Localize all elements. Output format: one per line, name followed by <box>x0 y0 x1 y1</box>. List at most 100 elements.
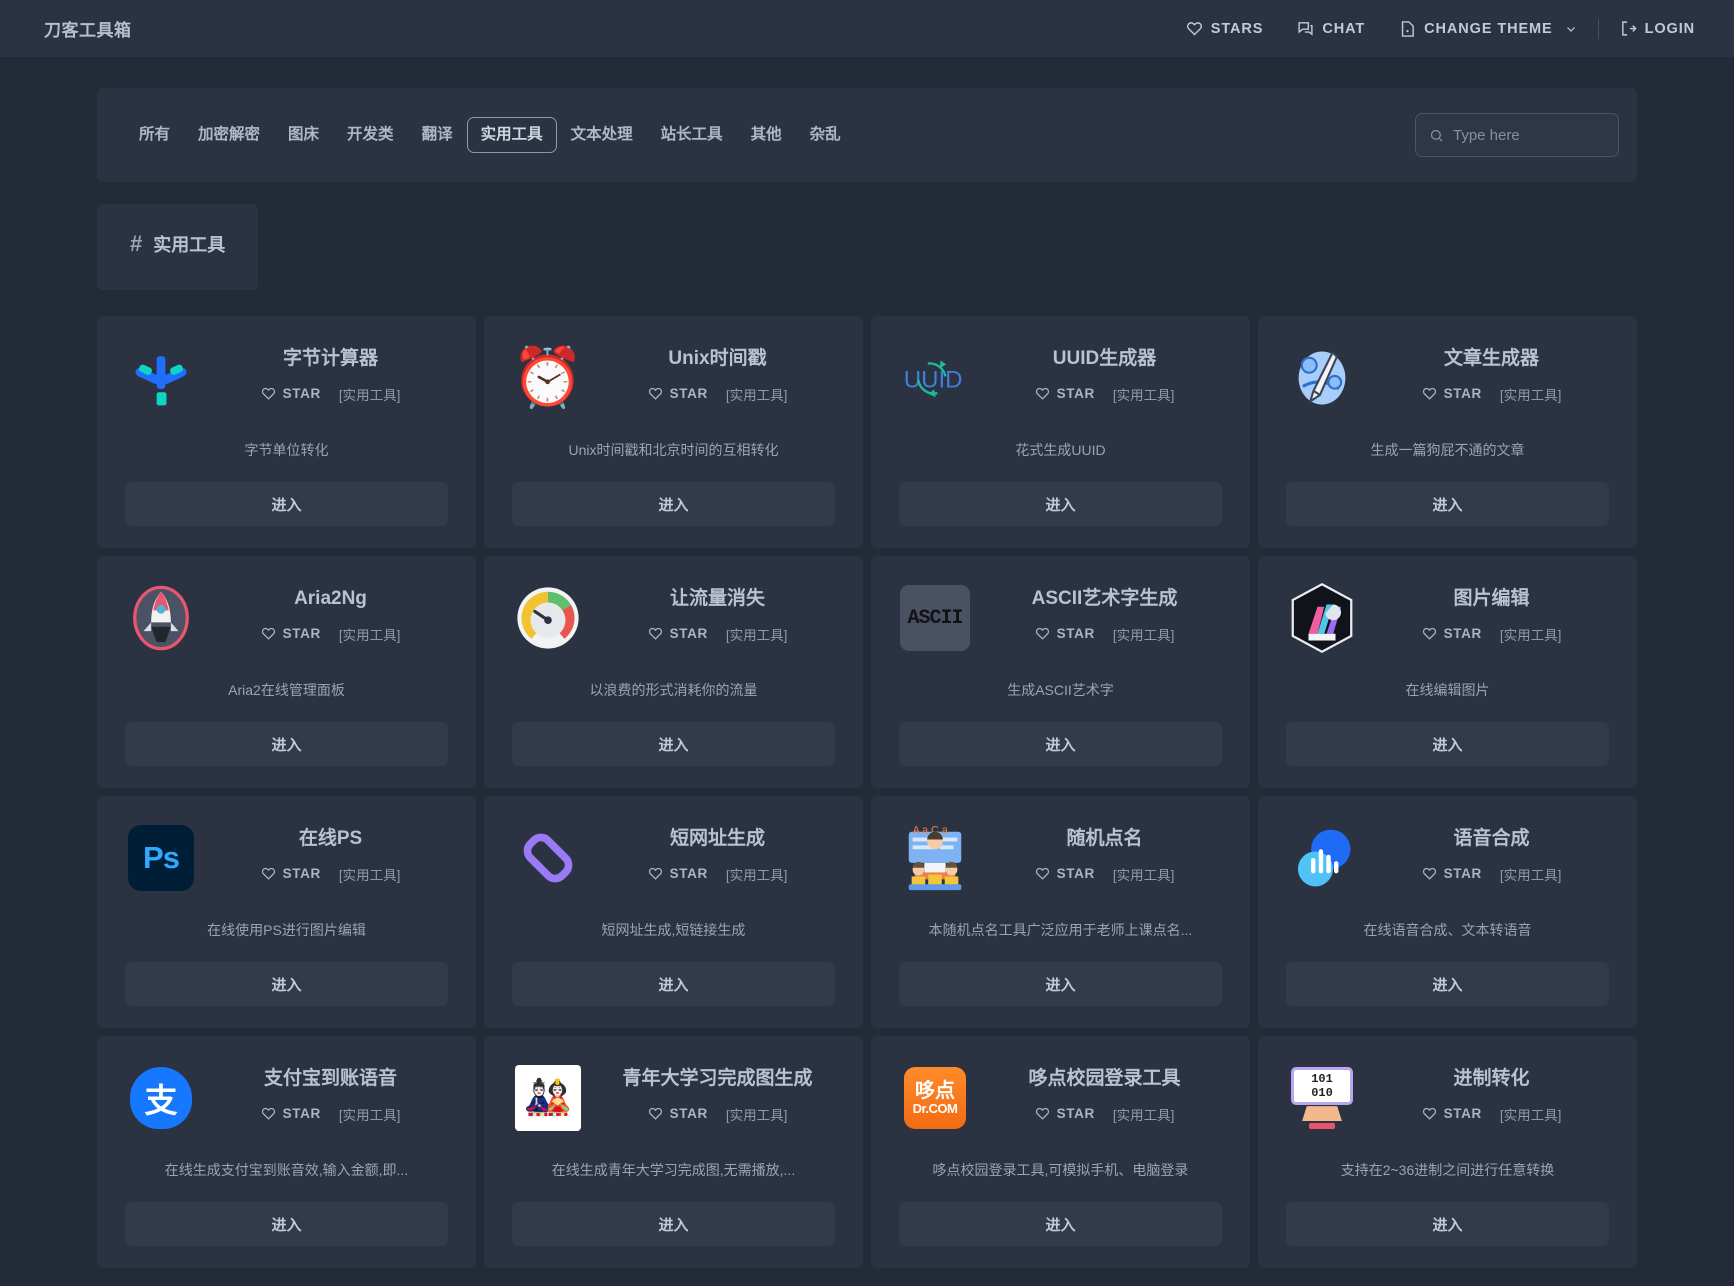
nav-item-stars[interactable]: STARS <box>1169 0 1281 57</box>
enter-button[interactable]: 进入 <box>512 962 835 1006</box>
tool-tag[interactable]: [实用工具] <box>1500 384 1562 404</box>
category-tab-7[interactable]: 站长工具 <box>647 117 737 152</box>
category-tab-5[interactable]: 实用工具 <box>467 117 557 152</box>
page-body: 所有加密解密图床开发类翻译实用工具文本处理站长工具其他杂乱 # 实用工具 <box>0 57 1734 1268</box>
tool-tag[interactable]: [实用工具] <box>1113 624 1175 644</box>
enter-button[interactable]: 进入 <box>899 722 1222 766</box>
tool-tag[interactable]: [实用工具] <box>339 864 401 884</box>
enter-button[interactable]: 进入 <box>899 962 1222 1006</box>
tool-tag[interactable]: [实用工具] <box>1500 864 1562 884</box>
tool-meta: STAR [实用工具] <box>261 384 401 404</box>
tool-card[interactable]: ⏰ Unix时间戳 STAR [实用工具] Unix时间戳和北京时间 <box>484 316 863 548</box>
star-button[interactable]: STAR <box>261 626 321 641</box>
star-button[interactable]: STAR <box>1422 866 1482 881</box>
tool-tag[interactable]: [实用工具] <box>339 384 401 404</box>
category-tab-6[interactable]: 文本处理 <box>557 117 647 152</box>
tool-tag[interactable]: [实用工具] <box>726 864 788 884</box>
heart-icon <box>261 866 276 881</box>
enter-button[interactable]: 进入 <box>512 722 835 766</box>
tool-card[interactable]: 🎎 青年大学习完成图生成 STAR [实用工具] 在线生成青年大学 <box>484 1036 863 1268</box>
tool-card[interactable]: Ps 在线PS STAR [实用工具] 在线使用PS进行图片编辑 <box>97 796 476 1028</box>
star-label: STAR <box>1057 866 1095 881</box>
enter-button[interactable]: 进入 <box>899 482 1222 526</box>
enter-button[interactable]: 进入 <box>1286 1202 1609 1246</box>
tool-icon <box>125 342 197 414</box>
tool-description: Aria2在线管理面板 <box>125 680 448 700</box>
enter-button[interactable]: 进入 <box>1286 722 1609 766</box>
tool-card[interactable]: 短网址生成 STAR [实用工具] 短网址生成,短链接生成 进入 <box>484 796 863 1028</box>
star-button[interactable]: STAR <box>261 386 321 401</box>
star-button[interactable]: STAR <box>261 1106 321 1121</box>
category-tab-1[interactable]: 加密解密 <box>184 117 274 152</box>
category-tab-8[interactable]: 其他 <box>737 117 796 152</box>
star-label: STAR <box>1057 386 1095 401</box>
search-box[interactable] <box>1415 113 1619 157</box>
tool-card[interactable]: 语音合成 STAR [实用工具] 在线语音合成、文本转语音 进入 <box>1258 796 1637 1028</box>
tool-card[interactable]: 字节计算器 STAR [实用工具] 字节单位转化 进入 <box>97 316 476 548</box>
star-button[interactable]: STAR <box>648 626 708 641</box>
enter-button[interactable]: 进入 <box>125 722 448 766</box>
star-button[interactable]: STAR <box>1422 626 1482 641</box>
tool-tag[interactable]: [实用工具] <box>1113 384 1175 404</box>
enter-button[interactable]: 进入 <box>512 1202 835 1246</box>
tool-tag[interactable]: [实用工具] <box>339 624 401 644</box>
enter-button[interactable]: 进入 <box>125 482 448 526</box>
nav-item-change-theme[interactable]: CHANGE THEME <box>1382 0 1593 57</box>
star-button[interactable]: STAR <box>648 1106 708 1121</box>
tool-card-heading: Unix时间戳 STAR [实用工具] <box>600 342 835 404</box>
category-tab-9[interactable]: 杂乱 <box>796 117 855 152</box>
tool-card[interactable]: 文章生成器 STAR [实用工具] 生成一篇狗屁不通的文章 进入 <box>1258 316 1637 548</box>
tool-tag[interactable]: [实用工具] <box>1113 1104 1175 1124</box>
star-button[interactable]: STAR <box>1035 1106 1095 1121</box>
tool-icon <box>125 582 197 654</box>
tool-title: 让流量消失 <box>670 588 765 611</box>
star-button[interactable]: STAR <box>1422 1106 1482 1121</box>
tool-card[interactable]: A a C a 随机点名 <box>871 796 1250 1028</box>
enter-button[interactable]: 进入 <box>1286 482 1609 526</box>
tool-card[interactable]: 支 支付宝到账语音 STAR [实用工具] 在线生成支付宝到账音效, <box>97 1036 476 1268</box>
star-label: STAR <box>1057 1106 1095 1121</box>
tool-tag[interactable]: [实用工具] <box>1500 1104 1562 1124</box>
star-label: STAR <box>670 386 708 401</box>
category-tab-0[interactable]: 所有 <box>125 117 184 152</box>
star-button[interactable]: STAR <box>1035 866 1095 881</box>
tool-title: Unix时间戳 <box>668 348 766 371</box>
tool-tag[interactable]: [实用工具] <box>726 624 788 644</box>
tool-card[interactable]: ASCII ASCII艺术字生成 STAR [实用工具] 生成ASC <box>871 556 1250 788</box>
tool-tag[interactable]: [实用工具] <box>1113 864 1175 884</box>
tool-card[interactable]: 图片编辑 STAR [实用工具] 在线编辑图片 进入 <box>1258 556 1637 788</box>
tool-card[interactable]: 101010 进制转化 STAR [实用工具] 支持在 <box>1258 1036 1637 1268</box>
category-tab-3[interactable]: 开发类 <box>333 117 408 152</box>
search-input[interactable] <box>1453 127 1605 144</box>
category-tab-2[interactable]: 图床 <box>274 117 333 152</box>
tool-card[interactable]: Aria2Ng STAR [实用工具] Aria2在线管理面板 进入 <box>97 556 476 788</box>
enter-button[interactable]: 进入 <box>1286 962 1609 1006</box>
nav-label-login: LOGIN <box>1645 21 1695 37</box>
photoshop-icon: Ps <box>128 825 194 891</box>
tool-tag[interactable]: [实用工具] <box>339 1104 401 1124</box>
nav-item-login[interactable]: LOGIN <box>1603 0 1712 57</box>
star-button[interactable]: STAR <box>1422 386 1482 401</box>
star-button[interactable]: STAR <box>1035 386 1095 401</box>
tool-card[interactable]: 哆点Dr.COM 哆点校园登录工具 STAR [实用工具] 哆点校园 <box>871 1036 1250 1268</box>
tool-card[interactable]: UUID UUID生成器 STAR [实用工具] <box>871 316 1250 548</box>
enter-button[interactable]: 进入 <box>125 1202 448 1246</box>
tool-description: 在线生成青年大学习完成图,无需播放,... <box>512 1160 835 1180</box>
enter-button[interactable]: 进入 <box>125 962 448 1006</box>
tool-card-top: 图片编辑 STAR [实用工具] <box>1286 582 1609 654</box>
category-tab-4[interactable]: 翻译 <box>408 117 467 152</box>
tool-icon <box>1286 342 1358 414</box>
star-button[interactable]: STAR <box>648 386 708 401</box>
enter-button[interactable]: 进入 <box>512 482 835 526</box>
tool-tag[interactable]: [实用工具] <box>726 1104 788 1124</box>
tool-tag[interactable]: [实用工具] <box>726 384 788 404</box>
star-button[interactable]: STAR <box>1035 626 1095 641</box>
enter-button[interactable]: 进入 <box>899 1202 1222 1246</box>
tool-tag[interactable]: [实用工具] <box>1500 624 1562 644</box>
site-brand-title[interactable]: 刀客工具箱 <box>44 16 132 41</box>
star-button[interactable]: STAR <box>648 866 708 881</box>
dr-com-icon: 哆点Dr.COM <box>904 1067 966 1129</box>
star-button[interactable]: STAR <box>261 866 321 881</box>
tool-card[interactable]: 让流量消失 STAR [实用工具] 以浪费的形式消耗你的流量 进入 <box>484 556 863 788</box>
nav-item-chat[interactable]: CHAT <box>1280 0 1382 57</box>
